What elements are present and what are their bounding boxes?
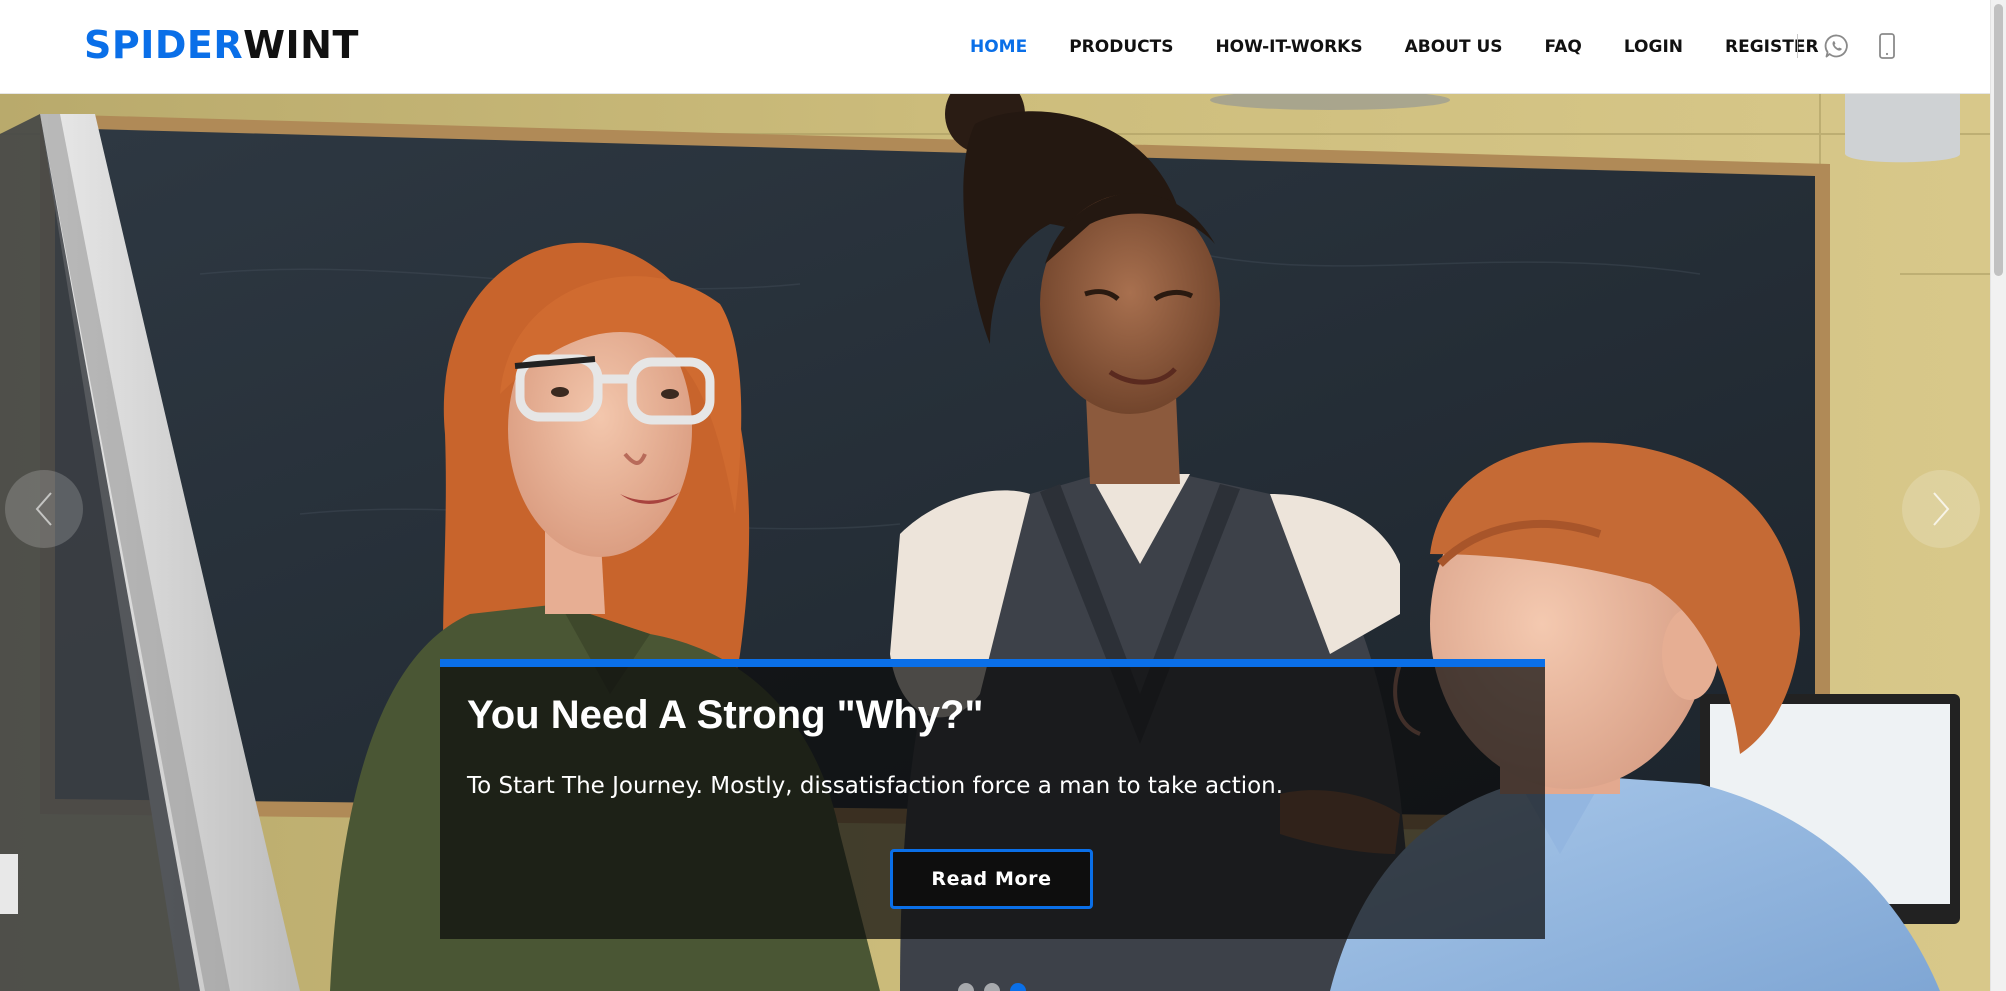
slide-caption-text: To Start The Journey. Mostly, dissatisfa… [467, 773, 1284, 799]
nav-item-register[interactable]: REGISTER [1725, 37, 1819, 57]
slide-caption-title: You Need A Strong "Why?" [467, 693, 984, 737]
nav-item-about-us[interactable]: ABOUT US [1405, 37, 1503, 57]
nav-item-login[interactable]: LOGIN [1624, 37, 1683, 57]
slider-pagination [958, 983, 1026, 991]
page-scrollbar-thumb[interactable] [1994, 4, 2003, 276]
nav-item-products[interactable]: PRODUCTS [1069, 37, 1173, 57]
slider-next-button[interactable] [1902, 470, 1980, 548]
slider-dot-1[interactable] [958, 983, 974, 991]
site-header: SPIDERWINT HOME PRODUCTS HOW-IT-WORKS AB… [0, 0, 1990, 94]
read-more-button[interactable]: Read More [890, 849, 1093, 909]
slider-dot-3[interactable] [1010, 983, 1026, 991]
brand-logo-part1: SPIDER [84, 23, 244, 67]
chevron-left-icon [35, 492, 52, 526]
nav-item-faq[interactable]: FAQ [1545, 37, 1582, 57]
whatsapp-icon[interactable] [1821, 30, 1853, 62]
brand-logo[interactable]: SPIDERWINT [84, 22, 359, 68]
slider-prev-button[interactable] [5, 470, 83, 548]
slide-caption: You Need A Strong "Why?" To Start The Jo… [440, 659, 1545, 939]
chevron-right-icon [1933, 492, 1950, 526]
main-nav: HOME PRODUCTS HOW-IT-WORKS ABOUT US FAQ … [970, 0, 1819, 94]
slider-dot-2[interactable] [984, 983, 1000, 991]
nav-item-home[interactable]: HOME [970, 37, 1027, 57]
brand-logo-part2: WINT [243, 23, 359, 67]
hero-slider: You Need A Strong "Why?" To Start The Jo… [0, 94, 1990, 991]
nav-divider [1797, 34, 1798, 58]
mobile-phone-icon[interactable] [1871, 30, 1903, 62]
nav-item-how-it-works[interactable]: HOW-IT-WORKS [1215, 37, 1362, 57]
